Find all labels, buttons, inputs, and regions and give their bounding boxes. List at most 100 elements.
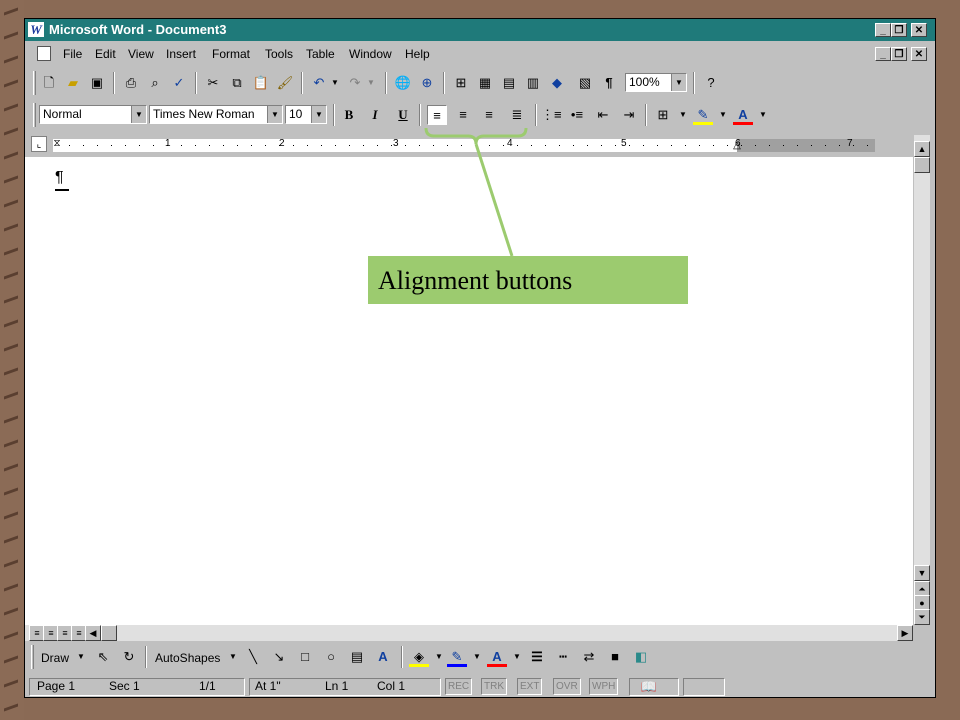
line-style-icon[interactable]: ☰ xyxy=(527,647,547,667)
paste-icon[interactable]: 📋 xyxy=(251,73,271,93)
underline-button[interactable]: U xyxy=(393,105,413,125)
dash-style-icon[interactable]: ┅ xyxy=(553,647,573,667)
horizontal-scrollbar[interactable]: ≡ ≡ ≡ ≡ ◀ ▶ xyxy=(25,625,913,641)
document-map-icon[interactable]: ▧ xyxy=(575,73,595,93)
cut-icon[interactable]: ✂ xyxy=(203,73,223,93)
insert-table-icon[interactable]: ▦ xyxy=(475,73,495,93)
tab-selector-icon[interactable]: ⌞ xyxy=(31,136,47,152)
draw-dropdown-icon[interactable]: ▼ xyxy=(77,652,85,661)
print-icon[interactable]: ⎙ xyxy=(121,73,141,93)
highlight-dropdown-icon[interactable]: ▼ xyxy=(713,105,733,125)
italic-button[interactable]: I xyxy=(365,105,385,125)
status-ext[interactable]: EXT xyxy=(517,678,543,695)
undo-dropdown-icon[interactable]: ▼ xyxy=(325,73,345,93)
format-painter-icon[interactable]: 🖌 xyxy=(275,73,295,93)
scroll-thumb[interactable] xyxy=(914,157,930,173)
chevron-down-icon[interactable]: ▼ xyxy=(267,106,282,123)
borders-icon[interactable]: ⊞ xyxy=(653,105,673,125)
next-page-icon[interactable]: ⏷ xyxy=(914,609,930,625)
free-rotate-icon[interactable]: ↻ xyxy=(119,647,139,667)
print-preview-icon[interactable]: ⌕ xyxy=(145,73,165,93)
font-select[interactable]: Times New Roman ▼ xyxy=(149,105,283,124)
line-color-dropdown-icon[interactable]: ▼ xyxy=(467,647,487,667)
arrow-style-icon[interactable]: ⇄ xyxy=(579,647,599,667)
menu-tools[interactable]: Tools xyxy=(265,47,293,61)
oval-icon[interactable]: ○ xyxy=(321,647,341,667)
restore-icon[interactable]: ❐ xyxy=(891,23,907,37)
insert-excel-icon[interactable]: ▤ xyxy=(499,73,519,93)
doc-restore-icon[interactable]: ❐ xyxy=(891,47,907,61)
menu-edit[interactable]: Edit xyxy=(95,47,116,61)
chevron-down-icon[interactable]: ▼ xyxy=(311,106,326,123)
borders-dropdown-icon[interactable]: ▼ xyxy=(673,105,693,125)
menu-table[interactable]: Table xyxy=(306,47,335,61)
doc-minimize-icon[interactable]: _ xyxy=(875,47,891,61)
menu-window[interactable]: Window xyxy=(349,47,392,61)
toolbar-grip[interactable] xyxy=(33,103,36,127)
highlight-icon[interactable]: ✎ xyxy=(693,105,713,125)
menu-help[interactable]: Help xyxy=(405,47,430,61)
document-area[interactable]: ¶ xyxy=(25,157,913,625)
minimize-icon[interactable]: _ xyxy=(875,23,891,37)
toolbar-grip[interactable] xyxy=(31,645,34,669)
align-right-icon[interactable]: ≡ xyxy=(479,105,499,125)
help-icon[interactable]: ? xyxy=(701,73,721,93)
redo-dropdown-icon[interactable]: ▼ xyxy=(361,73,381,93)
status-wph[interactable]: WPH xyxy=(589,678,619,695)
numbering-icon[interactable]: ⋮≡ xyxy=(541,105,562,125)
title-bar[interactable]: W Microsoft Word - Document3 _ ❐ ✕ xyxy=(25,19,935,41)
doc-close-icon[interactable]: ✕ xyxy=(911,47,927,61)
line-color-icon[interactable]: ✎ xyxy=(447,647,467,667)
fill-color-icon[interactable]: ◈ xyxy=(409,647,429,667)
close-icon[interactable]: ✕ xyxy=(911,23,927,37)
line-icon[interactable]: ╲ xyxy=(243,647,263,667)
vertical-scrollbar[interactable]: ▲ ▼ ⏶ ● ⏷ xyxy=(914,135,930,625)
open-icon[interactable]: ▰ xyxy=(63,73,83,93)
document-icon[interactable] xyxy=(37,46,51,61)
menu-view[interactable]: View xyxy=(128,47,154,61)
save-icon[interactable]: ▣ xyxy=(87,73,107,93)
toolbar-grip[interactable] xyxy=(33,71,36,95)
increase-indent-icon[interactable]: ⇥ xyxy=(619,105,639,125)
bullets-icon[interactable]: •≡ xyxy=(567,105,587,125)
scroll-left-icon[interactable]: ◀ xyxy=(85,625,101,641)
bold-button[interactable]: B xyxy=(339,105,359,125)
select-objects-icon[interactable]: ⇖ xyxy=(93,647,113,667)
copy-icon[interactable]: ⧉ xyxy=(227,73,247,93)
chevron-down-icon[interactable]: ▼ xyxy=(671,74,686,91)
3d-icon[interactable]: ◧ xyxy=(631,647,651,667)
decrease-indent-icon[interactable]: ⇤ xyxy=(593,105,613,125)
fill-color-dropdown-icon[interactable]: ▼ xyxy=(429,647,449,667)
new-icon[interactable]: 🗋 xyxy=(39,73,59,93)
justify-icon[interactable]: ≣ xyxy=(507,105,527,125)
status-trk[interactable]: TRK xyxy=(481,678,507,695)
scroll-right-icon[interactable]: ▶ xyxy=(897,625,913,641)
chevron-down-icon[interactable]: ▼ xyxy=(131,106,146,123)
spelling-icon[interactable]: ✓ xyxy=(169,73,189,93)
shadow-icon[interactable]: ■ xyxy=(605,647,625,667)
draw-menu-button[interactable]: Draw xyxy=(41,651,69,665)
show-hide-icon[interactable]: ¶ xyxy=(599,73,619,93)
web-toolbar-icon[interactable]: ⊕ xyxy=(417,73,437,93)
hscroll-thumb[interactable] xyxy=(101,625,117,641)
text-box-icon[interactable]: ▤ xyxy=(347,647,367,667)
rectangle-icon[interactable]: □ xyxy=(295,647,315,667)
font-color-draw-icon[interactable]: A xyxy=(487,647,507,667)
font-size-select[interactable]: 10 ▼ xyxy=(285,105,327,124)
drawing-icon[interactable]: ◆ xyxy=(547,73,567,93)
scroll-up-icon[interactable]: ▲ xyxy=(914,141,930,157)
autoshapes-dropdown-icon[interactable]: ▼ xyxy=(229,652,237,661)
status-ovr[interactable]: OVR xyxy=(553,678,581,695)
autoshapes-menu-button[interactable]: AutoShapes xyxy=(155,651,220,665)
horizontal-ruler[interactable]: ⌞ ⧖ △ 1 2 3 4 5 6 7 xyxy=(25,134,935,156)
tables-borders-icon[interactable]: ⊞ xyxy=(451,73,471,93)
arrow-icon[interactable]: ↘ xyxy=(269,647,289,667)
status-rec[interactable]: REC xyxy=(445,678,473,695)
insert-hyperlink-icon[interactable]: 🌐 xyxy=(393,73,413,93)
align-left-icon[interactable]: ≡ xyxy=(427,105,447,125)
zoom-select[interactable]: 100% ▼ xyxy=(625,73,687,92)
wordart-icon[interactable]: A xyxy=(373,647,393,667)
menu-file[interactable]: File xyxy=(63,47,82,61)
scroll-down-icon[interactable]: ▼ xyxy=(914,565,930,581)
menu-format[interactable]: Format xyxy=(212,47,250,61)
